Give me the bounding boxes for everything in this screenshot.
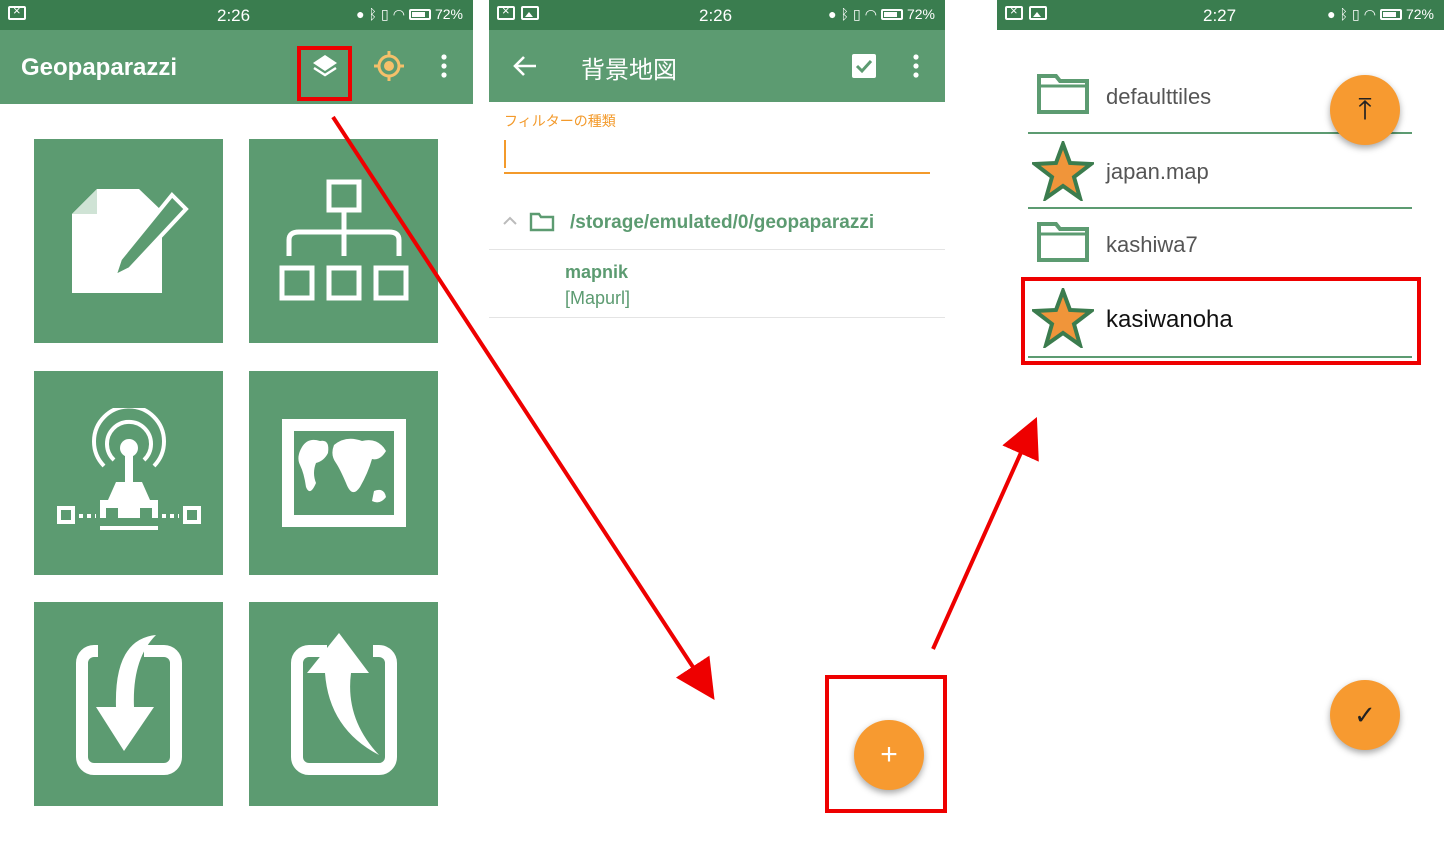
- note-pencil-icon: [71, 189, 189, 293]
- battery-percent: 72%: [434, 6, 463, 22]
- notification-icon: [8, 3, 26, 20]
- panel-home: 2:26 ● ᛒ ▯ ◠ 72% Geopaparazzi: [0, 0, 473, 841]
- import-arrow-icon: [75, 631, 182, 775]
- vibrate-icon: ▯: [1352, 6, 1360, 22]
- battery-icon: [880, 8, 903, 20]
- gps-antenna-icon: [56, 408, 201, 530]
- location-icon: ●: [356, 6, 365, 22]
- status-time: 2:26: [699, 6, 733, 25]
- tile-import[interactable]: [34, 602, 223, 806]
- map-entry-row[interactable]: mapnik [Mapurl]: [489, 250, 945, 318]
- status-bar: 2:26 ● ᛒ ▯ ◠ 72%: [0, 0, 473, 30]
- battery-percent: 72%: [906, 6, 935, 22]
- image-notification-icon: [1029, 6, 1047, 20]
- screen-title: 背景地図: [581, 56, 677, 84]
- folder-path-row[interactable]: /storage/emulated/0/geopaparazzi: [489, 194, 945, 250]
- chevron-up-icon[interactable]: [503, 216, 517, 226]
- folder-path: /storage/emulated/0/geopaparazzi: [570, 212, 875, 233]
- vibrate-icon: ▯: [381, 6, 389, 22]
- list-item-label: defaulttiles: [1106, 84, 1212, 109]
- battery-icon: [1379, 8, 1402, 20]
- list-item[interactable]: kashiwa7: [1028, 208, 1412, 282]
- status-bar: 2:26 ● ᛒ ▯ ◠ 72%: [489, 0, 945, 30]
- star-icon: [1032, 141, 1094, 201]
- list-item-label: kashiwa7: [1106, 232, 1198, 257]
- checkmark-icon: ✓: [1354, 700, 1376, 730]
- image-notification-icon: [521, 6, 539, 20]
- notification-icon: [1005, 3, 1023, 20]
- scroll-top-icon: ⤒: [1358, 93, 1372, 126]
- world-map-icon: [281, 419, 406, 527]
- folder-icon: [1037, 74, 1089, 114]
- text-caret: [504, 140, 506, 168]
- bluetooth-icon: ᛒ: [1339, 6, 1349, 22]
- filter-label: フィルターの種類: [504, 114, 616, 130]
- confirm-fab-button[interactable]: ✓: [1330, 680, 1400, 750]
- bluetooth-icon: ᛒ: [840, 6, 850, 22]
- wifi-icon: ◠: [1363, 6, 1376, 22]
- app-title: Geopaparazzi: [21, 54, 178, 81]
- screenshot-composite: 2:26 ● ᛒ ▯ ◠ 72% Geopaparazzi: [0, 0, 1444, 841]
- tile-map-view[interactable]: [249, 371, 438, 575]
- status-time: 2:27: [1203, 6, 1237, 25]
- export-arrow-icon: [290, 631, 397, 775]
- app-bar: Geopaparazzi: [0, 30, 473, 104]
- overflow-menu-icon[interactable]: [426, 48, 462, 84]
- battery-icon: [408, 8, 431, 20]
- status-time: 2:26: [217, 6, 251, 25]
- list-item-label: japan.map: [1106, 159, 1209, 184]
- battery-percent: 72%: [1405, 6, 1434, 22]
- list-item[interactable]: japan.map: [1028, 135, 1412, 209]
- location-icon: ●: [1327, 6, 1336, 22]
- hierarchy-icon: [279, 179, 408, 301]
- back-arrow-icon[interactable]: [507, 48, 543, 84]
- vibrate-icon: ▯: [853, 6, 861, 22]
- map-entry-name: mapnik: [565, 262, 629, 282]
- panel-file-chooser: 2:27 ● ᛒ ▯ ◠ 72% defaulttiles japan.map …: [997, 0, 1444, 841]
- folder-icon: [1037, 222, 1089, 262]
- highlight-kasiwanoha-box: [1021, 277, 1421, 365]
- location-icon: ●: [828, 6, 837, 22]
- notification-icon: [497, 3, 515, 20]
- highlight-add-button-box: [825, 675, 947, 813]
- gps-target-icon[interactable]: [371, 48, 407, 84]
- tile-export[interactable]: [249, 602, 438, 806]
- tile-metadata[interactable]: [249, 139, 438, 343]
- tile-notes[interactable]: [34, 139, 223, 343]
- tile-gps-logging[interactable]: [34, 371, 223, 575]
- scroll-top-fab-button[interactable]: ⤒: [1330, 75, 1400, 145]
- status-bar: 2:27 ● ᛒ ▯ ◠ 72%: [997, 0, 1444, 30]
- wifi-icon: ◠: [864, 6, 877, 22]
- overflow-menu-icon[interactable]: [898, 48, 934, 84]
- select-all-checkbox-icon[interactable]: [846, 48, 882, 84]
- filter-input[interactable]: [504, 134, 930, 174]
- wifi-icon: ◠: [392, 6, 405, 22]
- app-bar: 背景地図: [489, 30, 945, 102]
- highlight-layers-box: [297, 46, 352, 101]
- folder-icon: [529, 212, 555, 232]
- bluetooth-icon: ᛒ: [368, 6, 378, 22]
- map-entry-type: [Mapurl]: [565, 288, 631, 308]
